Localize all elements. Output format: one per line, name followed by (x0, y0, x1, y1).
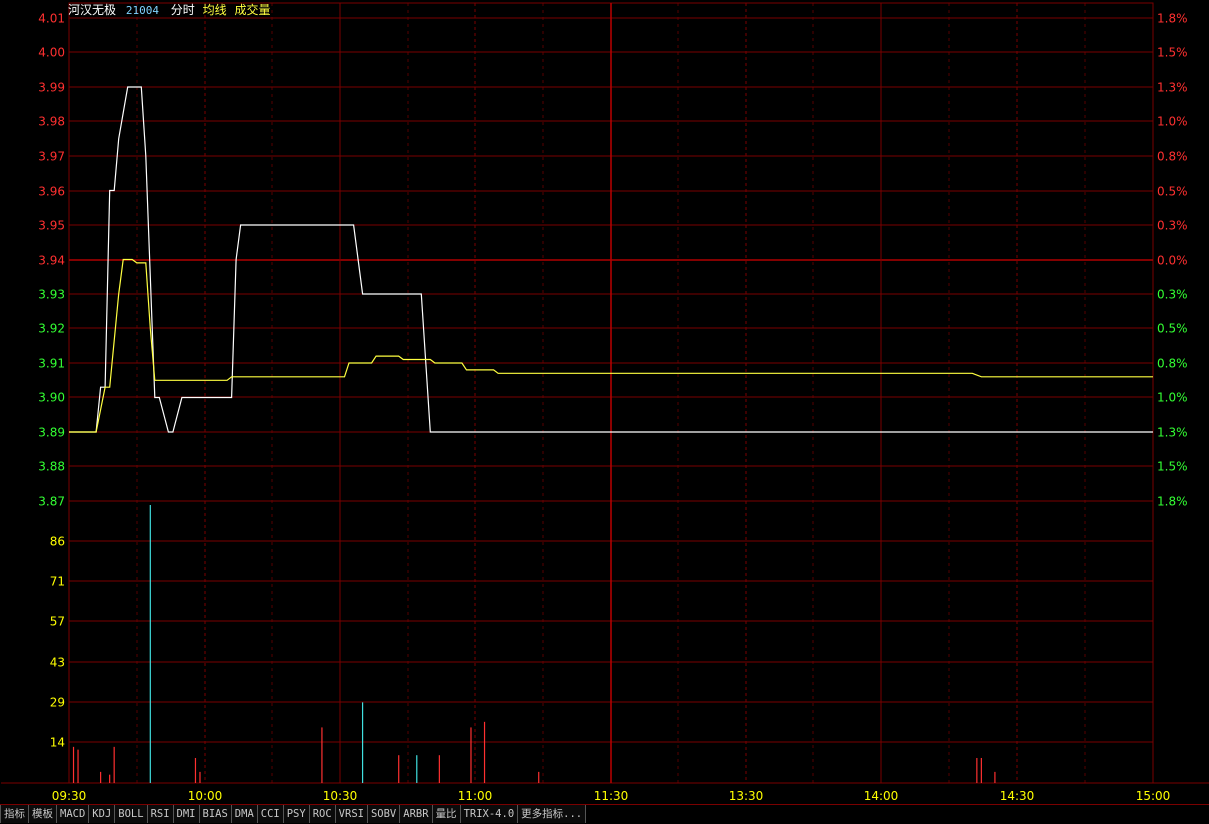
option-volume[interactable]: 成交量 (234, 3, 270, 17)
volume-tick-label: 86 (50, 535, 65, 549)
percent-tick-label: 1.3% (1157, 81, 1188, 95)
price-tick-label: 4.00 (38, 46, 65, 60)
price-tick-label: 3.92 (38, 322, 65, 336)
percent-tick-label: 1.5% (1157, 46, 1188, 60)
time-axis-label: 11:00 (458, 789, 493, 803)
percent-tick-label: 1.0% (1157, 391, 1188, 405)
option-average-line[interactable]: 均线 (203, 3, 227, 17)
tab-dma[interactable]: DMA (231, 805, 258, 823)
volume-tick-label: 14 (50, 736, 65, 750)
tab-vrsi[interactable]: VRSI (335, 805, 368, 823)
tab-trix[interactable]: TRIX-4.0 (460, 805, 519, 823)
tab-template[interactable]: 模板 (29, 805, 57, 823)
volume-tick-label: 43 (50, 656, 65, 670)
tab-more-indicators[interactable]: 更多指标... (518, 805, 587, 823)
percent-tick-label: 1.8% (1157, 495, 1188, 509)
tab-volume-ratio[interactable]: 量比 (432, 805, 461, 823)
volume-tick-label: 29 (50, 696, 65, 710)
percent-tick-label: 1.5% (1157, 460, 1188, 474)
time-axis-label: 15:00 (1136, 789, 1171, 803)
price-tick-label: 3.98 (38, 115, 65, 129)
tab-indicator[interactable]: 指标 (0, 805, 29, 823)
tab-psy[interactable]: PSY (283, 805, 310, 823)
tab-boll[interactable]: BOLL (115, 805, 148, 823)
price-tick-label: 3.93 (38, 288, 65, 302)
price-tick-label: 3.95 (38, 219, 65, 233)
percent-tick-label: 1.8% (1157, 12, 1188, 26)
price-tick-label: 3.89 (38, 426, 65, 440)
time-axis-label: 09:30 (52, 789, 87, 803)
chart-title-bar: 河汉无极 21004 分时 均线 成交量 (68, 2, 271, 18)
price-tick-label: 3.91 (38, 357, 65, 371)
time-axis-label: 10:30 (323, 789, 358, 803)
price-tick-label: 3.96 (38, 185, 65, 199)
price-tick-label: 3.88 (38, 460, 65, 474)
percent-tick-label: 0.5% (1157, 322, 1188, 336)
tab-roc[interactable]: ROC (309, 805, 336, 823)
indicator-tab-bar: 指标 模板 MACD KDJ BOLL RSI DMI BIAS DMA CCI… (0, 804, 1209, 824)
time-axis-label: 13:30 (729, 789, 764, 803)
time-axis-label: 14:00 (864, 789, 899, 803)
price-tick-label: 3.97 (38, 150, 65, 164)
tab-cci[interactable]: CCI (257, 805, 284, 823)
price-tick-label: 4.01 (38, 12, 65, 26)
time-axis-label: 10:00 (188, 789, 223, 803)
price-tick-label: 3.87 (38, 495, 65, 509)
option-time[interactable]: 分时 (171, 3, 195, 17)
percent-tick-label: 0.3% (1157, 288, 1188, 302)
percent-tick-label: 1.0% (1157, 115, 1188, 129)
stock-code: 21004 (125, 4, 159, 17)
volume-tick-label: 71 (50, 575, 65, 589)
tab-kdj[interactable]: KDJ (89, 805, 116, 823)
percent-tick-label: 0.3% (1157, 219, 1188, 233)
price-tick-label: 3.99 (38, 81, 65, 95)
tab-macd[interactable]: MACD (57, 805, 90, 823)
price-tick-label: 3.90 (38, 391, 65, 405)
percent-tick-label: 1.3% (1157, 426, 1188, 440)
time-axis-label: 14:30 (1000, 789, 1035, 803)
intraday-chart[interactable]: 4.01 4.00 3.99 3.98 3.97 3.96 3.95 3.94 3.93 3.92… (0, 0, 1209, 804)
percent-tick-label: 0.8% (1157, 357, 1188, 371)
price-tick-label: 3.94 (38, 254, 65, 268)
volume-tick-label: 57 (50, 615, 65, 629)
percent-tick-label: 0.5% (1157, 185, 1188, 199)
tab-rsi[interactable]: RSI (147, 805, 174, 823)
stock-name: 河汉无极 (68, 3, 117, 17)
tab-sobv[interactable]: SOBV (367, 805, 401, 823)
tab-arbr[interactable]: ARBR (400, 805, 433, 823)
tab-bias[interactable]: BIAS (199, 805, 232, 823)
time-axis-label: 11:30 (594, 789, 629, 803)
percent-tick-label: 0.0% (1157, 254, 1188, 268)
tab-dmi[interactable]: DMI (173, 805, 200, 823)
percent-tick-label: 0.8% (1157, 150, 1188, 164)
